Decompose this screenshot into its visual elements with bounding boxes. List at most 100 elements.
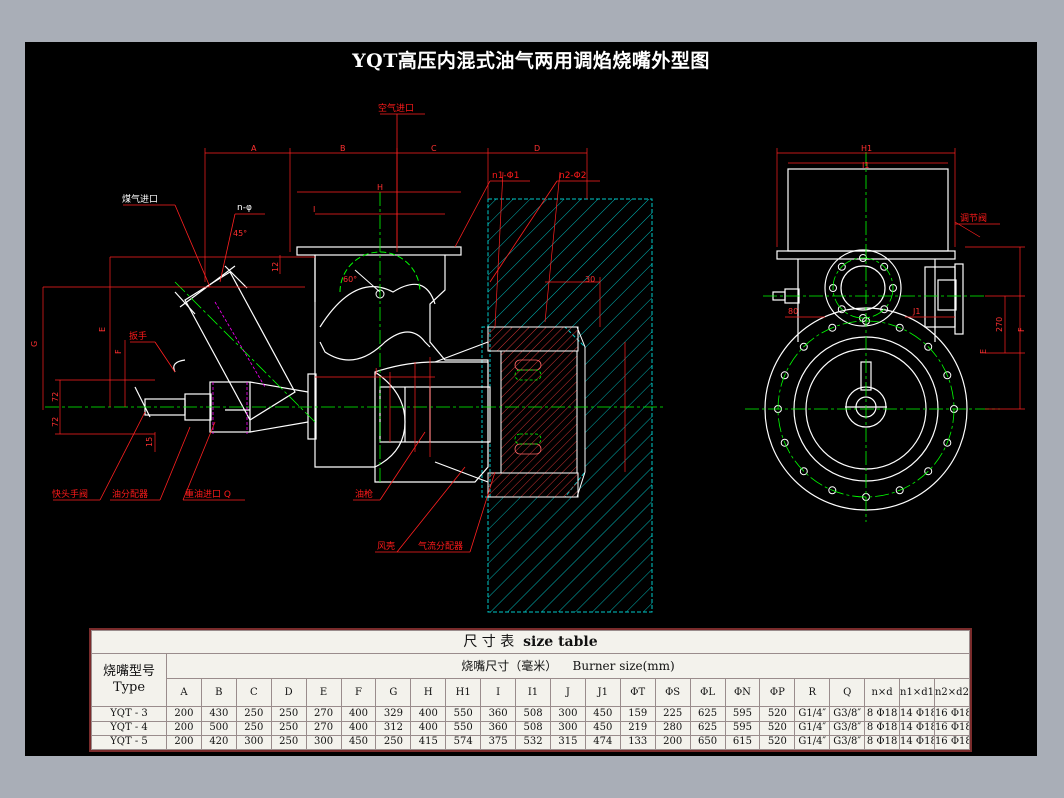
column-header: F (340, 677, 377, 708)
table-cell: 520 (759, 720, 796, 736)
table-cell: 16 Φ18 (933, 720, 971, 736)
table-cell: 133 (619, 734, 656, 751)
handle-label: 扳手 (129, 330, 147, 342)
table-cell: 474 (584, 734, 621, 751)
column-header: B (200, 677, 237, 708)
gas-inlet-label: 煤气进口 (122, 193, 158, 205)
table-cell: 300 (549, 706, 586, 722)
type-cell: YQT - 5 (91, 734, 167, 751)
oil-gun-label: 油枪 (355, 488, 373, 500)
front-view-flange-bolts (829, 254, 897, 322)
table-cell: 250 (270, 706, 307, 722)
table-cell: 8 Φ18 (864, 734, 901, 751)
table-cell: 650 (689, 734, 726, 751)
dim-J1: J1 (912, 307, 920, 316)
table-cell: 430 (200, 706, 237, 722)
table-cell: 200 (654, 734, 691, 751)
type-cell: YQT - 4 (91, 720, 167, 736)
n-phi-label: n-φ (237, 203, 252, 213)
column-header: ΦT (619, 677, 656, 708)
type-cell: YQT - 3 (91, 706, 167, 722)
type-header-en: Type (112, 680, 146, 696)
dim-H: H (377, 183, 383, 192)
table-cell: 595 (724, 720, 761, 736)
table-cell: 200 (166, 734, 202, 751)
dim-C: C (431, 144, 437, 153)
table-cell: 300 (549, 720, 586, 736)
column-header: D (270, 677, 307, 708)
table-cell: 625 (689, 706, 726, 722)
dim-H1: H1 (861, 144, 872, 153)
table-cell: 450 (584, 706, 621, 722)
drawing-sheet: 空气进口 煤气进口 n-φ 扳手 快头手阀 油分配器 重油进口 Q 油枪 风壳 … (25, 42, 1037, 756)
table-cell: 329 (375, 706, 412, 722)
table-cell: 200 (166, 720, 202, 736)
table-cell: 250 (235, 706, 272, 722)
n2-d2-label: n2-Φ2 (559, 171, 587, 181)
column-header: H (410, 677, 447, 708)
size-table: 尺 寸 表 size table 烧嘴型号 Type 烧嘴尺寸（毫米） Burn… (89, 628, 972, 752)
table-cell: G3/8″ (829, 720, 866, 736)
n1-d1-label: n1-Φ1 (492, 171, 520, 181)
column-header: I1 (515, 677, 551, 708)
dim-72-lower: 72 (51, 417, 60, 427)
table-cell: 200 (166, 706, 202, 722)
dim-F: F (114, 349, 123, 354)
dim-60-deg: 60° (343, 275, 357, 284)
drawing-title: YQT高压内混式油气两用调焰烧嘴外型图 (352, 50, 710, 72)
table-cell: G1/4″ (794, 734, 831, 751)
table-cell: G1/4″ (794, 720, 831, 736)
table-cell: 250 (375, 734, 412, 751)
table-cell: 615 (724, 734, 761, 751)
dim-I: I (313, 205, 315, 214)
column-header: C (235, 677, 272, 708)
column-header-row: A B C D E F G H H1 I I1 J J1 ΦT ΦS ΦL ΦN ΦP R Qn×d n1×d1 n2×d… (92, 677, 971, 708)
table-cell: 360 (480, 720, 517, 736)
regulating-valve-label: 调节阀 (960, 213, 987, 224)
table-cell: 375 (480, 734, 517, 751)
table-cell: 595 (724, 706, 761, 722)
dim-72-upper: 72 (51, 392, 60, 402)
table-cell: 520 (759, 734, 796, 751)
table-caption-en: size table (523, 634, 598, 650)
oil-inlet-label: 重油进口 Q (185, 488, 231, 500)
table-row: YQT - 5 200 420 300 250 300 450 250 415 574 375 532… (91, 734, 971, 751)
dim-270: 270 (995, 317, 1004, 332)
column-header: E (305, 677, 342, 708)
size-header-cn: 烧嘴尺寸（毫米） (461, 659, 558, 673)
table-cell: 280 (654, 720, 691, 736)
table-cell: 14 Φ18 (899, 720, 935, 736)
dim-30: 30 (585, 275, 595, 284)
dim-B: B (340, 144, 346, 153)
column-header: J (549, 677, 586, 708)
table-cell: 415 (410, 734, 447, 751)
dim-D: D (534, 144, 540, 153)
table-cell: 400 (410, 720, 447, 736)
column-header: I (480, 677, 517, 708)
dim-A: A (251, 144, 257, 153)
table-cell: 532 (515, 734, 551, 751)
table-cell: 550 (445, 720, 482, 736)
column-header: R (794, 677, 831, 708)
size-header-en: Burner size(mm) (572, 659, 675, 673)
size-header: 烧嘴尺寸（毫米） Burner size(mm) (166, 653, 970, 679)
dim-12: 12 (271, 262, 280, 272)
table-cell: 270 (305, 706, 342, 722)
column-header: Q (829, 677, 866, 708)
table-cell: 500 (200, 720, 237, 736)
table-cell: 250 (270, 734, 307, 751)
table-cell: G3/8″ (829, 734, 866, 751)
dim-15: 15 (145, 437, 154, 447)
table-cell: 625 (689, 720, 726, 736)
side-view (134, 246, 491, 483)
wind-shell-label: 风壳 (377, 540, 395, 552)
oil-distributor-label: 油分配器 (112, 488, 148, 500)
table-cell: 574 (445, 734, 482, 751)
column-header: A (166, 677, 202, 708)
column-header: ΦP (759, 677, 796, 708)
dim-E-front: E (979, 349, 988, 354)
dim-G: G (30, 341, 39, 347)
air-inlet-label: 空气进口 (378, 102, 414, 114)
table-row: YQT - 3 200 430 250 250 270 400 329 400 550 360 508… (91, 706, 971, 722)
table-cell: 16 Φ18 (933, 706, 971, 722)
